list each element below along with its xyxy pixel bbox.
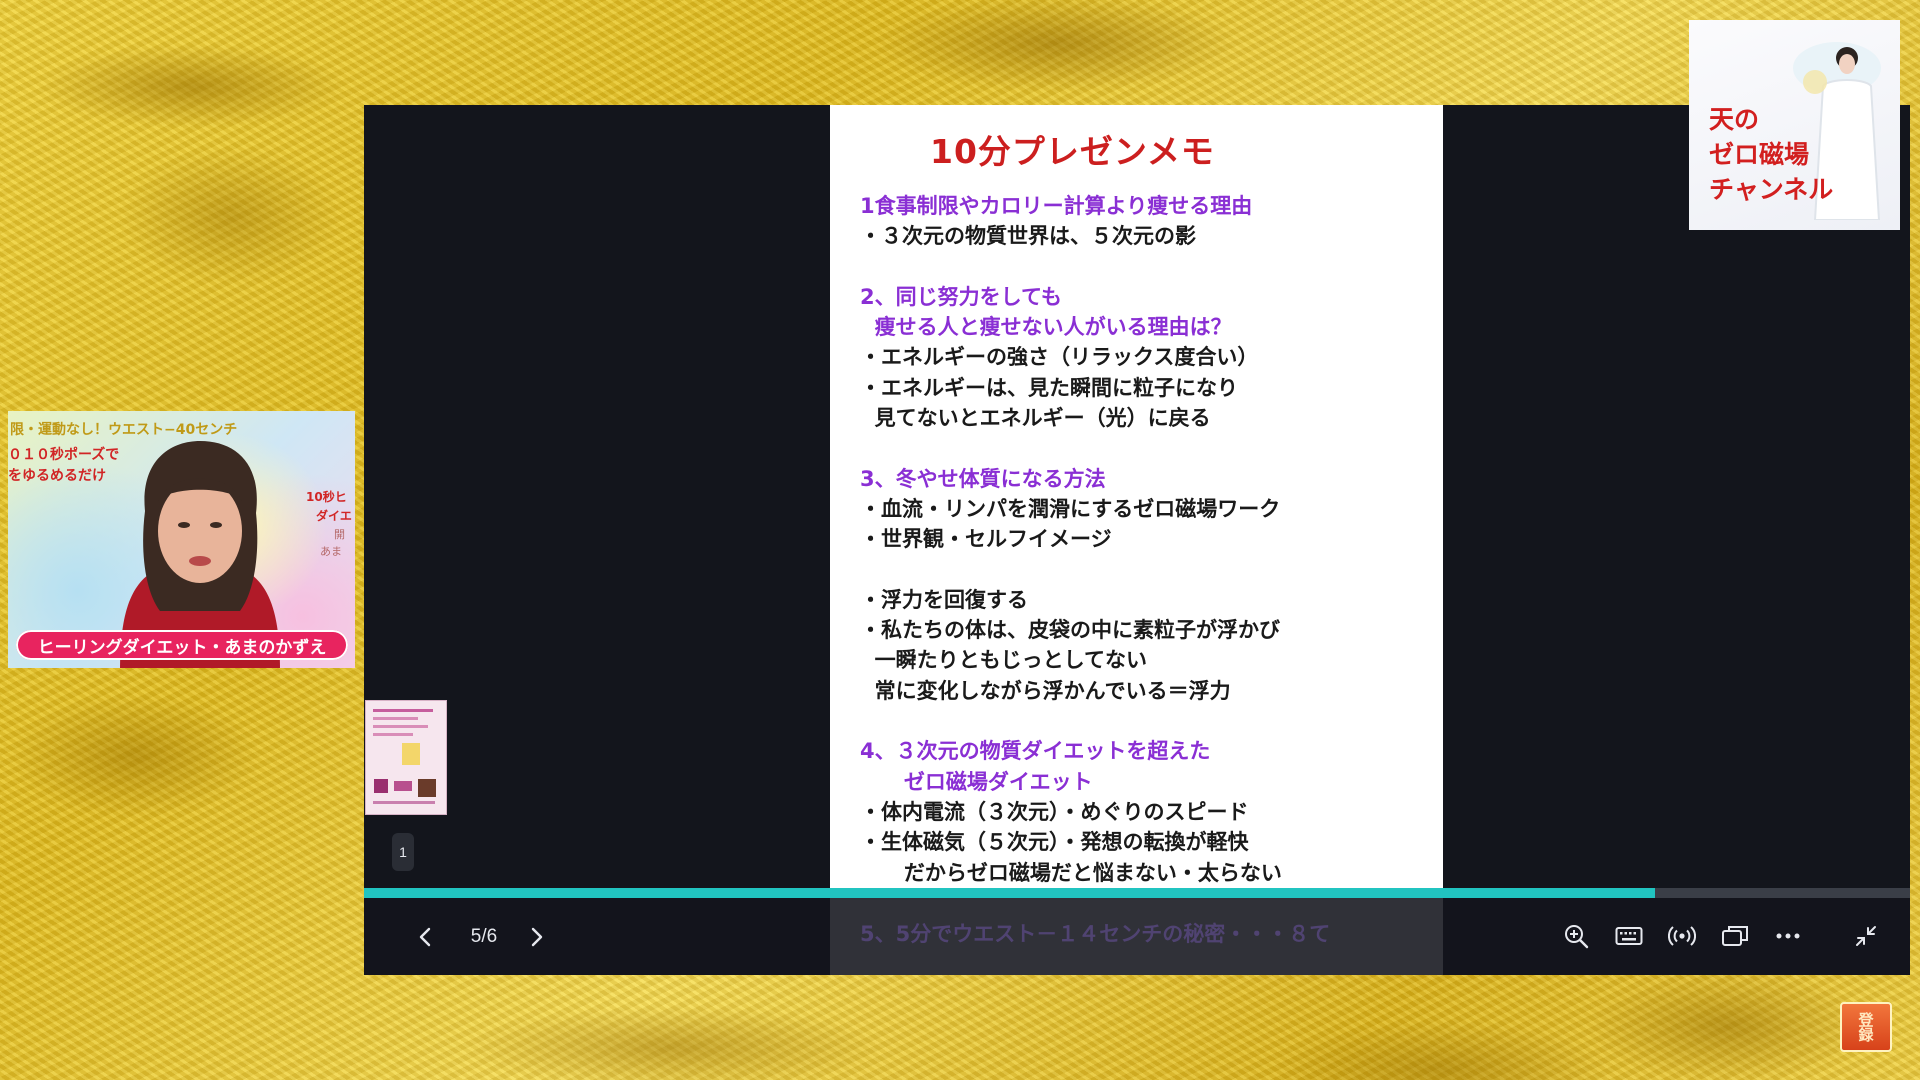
slide-text-line	[860, 706, 1430, 736]
slide-heading-line: ゼロ磁場ダイエット	[860, 769, 1093, 794]
presenter-name-tag: ヒーリングダイエット・あまのかずえ	[16, 630, 348, 660]
slide-heading-line: 痩せる人と痩せない人がいる理由は？	[860, 315, 1232, 340]
chevron-right-icon[interactable]	[522, 922, 552, 952]
slide-text-line: ・世界観・セルフイメージ	[860, 527, 1112, 552]
channel-title-line-1: 天の	[1709, 105, 1760, 134]
slide-heading-line: 3、冬やせ体質になる方法	[860, 466, 1106, 491]
channel-title-line-3: チャンネル	[1709, 175, 1834, 204]
slide-text-line: ・体内電流（３次元）・めぐりのスピード	[860, 799, 1249, 824]
slide-text-line: 一瞬たりともじっとしてない	[860, 648, 1147, 673]
thumbnail-page-number[interactable]: 1	[392, 833, 414, 871]
slide-heading-line: 2、同じ努力をしても	[860, 284, 1062, 309]
slide-text-line: 常に変化しながら浮かんでいる＝浮力	[860, 678, 1231, 703]
slide-text-line	[860, 252, 1430, 282]
channel-logo: 天の ゼロ磁場 チャンネル	[1689, 20, 1900, 230]
presentation-viewer: 10分プレゼンメモ 1食事制限やカロリー計算より痩せる理由 ・３次元の物質世界は、…	[364, 105, 1910, 975]
chevron-left-icon[interactable]	[410, 922, 440, 952]
page-counter: 5/6	[470, 926, 498, 947]
picture-in-picture-icon[interactable]	[1719, 920, 1751, 952]
webcam-banner-caption: 限・運動なし！ウエスト−40センチ	[10, 422, 238, 438]
slide-thumbnail[interactable]	[365, 700, 447, 815]
subscribe-button[interactable]: 登録	[1840, 1002, 1892, 1052]
slide-text-line: ・エネルギーの強さ（リラックス度合い）	[860, 345, 1259, 370]
channel-title-line-2: ゼロ磁場	[1709, 140, 1810, 169]
slide-text-line: だからゼロ磁場だと悩まない・太らない	[860, 860, 1282, 885]
slide-text-line: ・浮力を回復する	[860, 587, 1028, 612]
slide-text-line	[860, 433, 1430, 463]
slide-text-line	[860, 555, 1430, 585]
webcam-caption-right-2: ダイエ	[316, 509, 352, 523]
slide-title: 10分プレゼンメモ	[930, 132, 1215, 171]
progress-bar[interactable]	[364, 888, 1910, 898]
progress-fill	[364, 888, 1655, 898]
slide-heading-line: 1食事制限やカロリー計算より痩せる理由	[860, 194, 1253, 218]
channel-title: 天の ゼロ磁場 チャンネル	[1709, 102, 1833, 207]
webcam-caption-right-3: 開	[334, 528, 345, 541]
webcam-caption-left-2: をゆるめるだけ	[8, 468, 106, 484]
slide-text-line: ・血流・リンパを潤滑にするゼロ磁場ワーク	[860, 496, 1281, 521]
keyboard-icon[interactable]	[1613, 920, 1645, 952]
slide-body: 1食事制限やカロリー計算より痩せる理由 ・３次元の物質世界は、５次元の影 2、同じ努…	[860, 191, 1430, 888]
slide-text-line: ・エネルギーは、見た瞬間に粒子になり	[860, 375, 1238, 400]
more-icon[interactable]	[1772, 920, 1804, 952]
broadcast-icon[interactable]	[1666, 920, 1698, 952]
collapse-icon[interactable]	[1850, 920, 1882, 952]
slide-text-line: 見てないとエネルギー（光）に戻る	[860, 406, 1211, 431]
slide-page: 10分プレゼンメモ 1食事制限やカロリー計算より痩せる理由 ・３次元の物質世界は、…	[830, 105, 1443, 975]
slide-text-line: ・私たちの体は、皮袋の中に素粒子が浮かび	[860, 618, 1280, 643]
slide-text-line: ・生体磁気（５次元）・発想の転換が軽快	[860, 830, 1249, 855]
webcam-caption-right-1: 10秒ヒ	[306, 490, 347, 504]
slide-next-line: 5、5分でウエスト－１４センチの秘密・・・８て	[860, 922, 1331, 946]
slide-text-line: ・３次元の物質世界は、５次元の影	[860, 224, 1196, 249]
webcam-overlay: 限・運動なし！ウエスト−40センチ ０１０秒ポーズで をゆるめるだけ 10秒ヒ …	[8, 411, 355, 668]
zoom-in-icon[interactable]	[1560, 920, 1592, 952]
slide-heading-line: 4、３次元の物質ダイエットを超えた	[860, 739, 1211, 764]
webcam-caption-right-4: あま	[320, 545, 342, 558]
